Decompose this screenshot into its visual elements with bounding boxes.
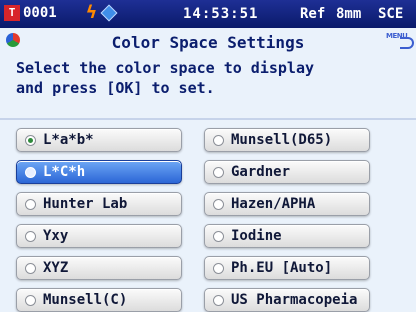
- radio-icon: [213, 198, 224, 210]
- option-label: L*C*h: [43, 164, 86, 180]
- divider: [0, 118, 416, 120]
- option-us-pharmacopeia[interactable]: US Pharmacopeia: [204, 288, 370, 312]
- option-label: XYZ: [43, 260, 69, 276]
- option-label: Hazen/APHA: [231, 196, 316, 212]
- radio-icon: [25, 262, 36, 274]
- radio-icon: [213, 294, 224, 306]
- instruction-line-1: Select the color space to display: [16, 59, 315, 77]
- radio-icon: [25, 198, 36, 210]
- option-gardner[interactable]: Gardner: [204, 160, 370, 184]
- radio-icon: [213, 262, 224, 274]
- radio-icon: [213, 230, 224, 242]
- option-lch[interactable]: L*C*h: [16, 160, 182, 184]
- option-label: US Pharmacopeia: [231, 292, 358, 308]
- radio-icon: [25, 166, 36, 178]
- option-label: Iodine: [231, 228, 282, 244]
- status-icons: ϟ: [86, 2, 118, 23]
- radio-icon: [213, 166, 224, 178]
- diamond-icon: [100, 4, 118, 22]
- mode-label: SCE: [378, 6, 404, 22]
- option-iodine[interactable]: Iodine: [204, 224, 370, 248]
- option-label: Yxy: [43, 228, 69, 244]
- option-label: Munsell(C): [43, 292, 128, 308]
- radio-icon: [25, 294, 36, 306]
- device-screen: T 0001 ϟ 14:53:51 Ref 8mm SCE Color Spac…: [0, 0, 416, 312]
- option-ph-eu[interactable]: Ph.EU [Auto]: [204, 256, 370, 280]
- settings-panel: Color Space Settings MENU Select the col…: [0, 28, 416, 312]
- option-yxy[interactable]: Yxy: [16, 224, 182, 248]
- option-munsell-d65[interactable]: Munsell(D65): [204, 128, 370, 152]
- menu-return-icon[interactable]: MENU: [386, 32, 414, 49]
- option-lab[interactable]: L*a*b*: [16, 128, 182, 152]
- clock: 14:53:51: [183, 6, 259, 22]
- radio-icon: [213, 134, 224, 146]
- radio-icon: [25, 230, 36, 242]
- status-bar: T 0001 ϟ 14:53:51 Ref 8mm SCE: [0, 0, 416, 28]
- instruction-line-2: and press [OK] to set.: [16, 79, 215, 97]
- option-label: Gardner: [231, 164, 291, 180]
- option-xyz[interactable]: XYZ: [16, 256, 182, 280]
- sample-number: T 0001: [4, 5, 57, 21]
- option-label: Ph.EU [Auto]: [231, 260, 333, 276]
- flash-icon: ϟ: [86, 2, 97, 23]
- option-label: Munsell(D65): [231, 132, 333, 148]
- instructions: Select the color space to display and pr…: [16, 58, 412, 98]
- radio-icon: [25, 134, 36, 146]
- sample-number-label: 0001: [23, 5, 57, 21]
- option-munsell-c[interactable]: Munsell(C): [16, 288, 182, 312]
- option-hunter-lab[interactable]: Hunter Lab: [16, 192, 182, 216]
- title-row: Color Space Settings MENU: [0, 28, 416, 58]
- page-title: Color Space Settings: [111, 33, 305, 52]
- option-label: Hunter Lab: [43, 196, 128, 212]
- ref-label: Ref: [300, 6, 326, 22]
- return-arrow-icon: [400, 37, 414, 49]
- aperture-label: 8mm: [336, 6, 362, 22]
- option-hazen-apha[interactable]: Hazen/APHA: [204, 192, 370, 216]
- option-label: L*a*b*: [43, 132, 94, 148]
- target-sample-icon: T: [4, 5, 20, 21]
